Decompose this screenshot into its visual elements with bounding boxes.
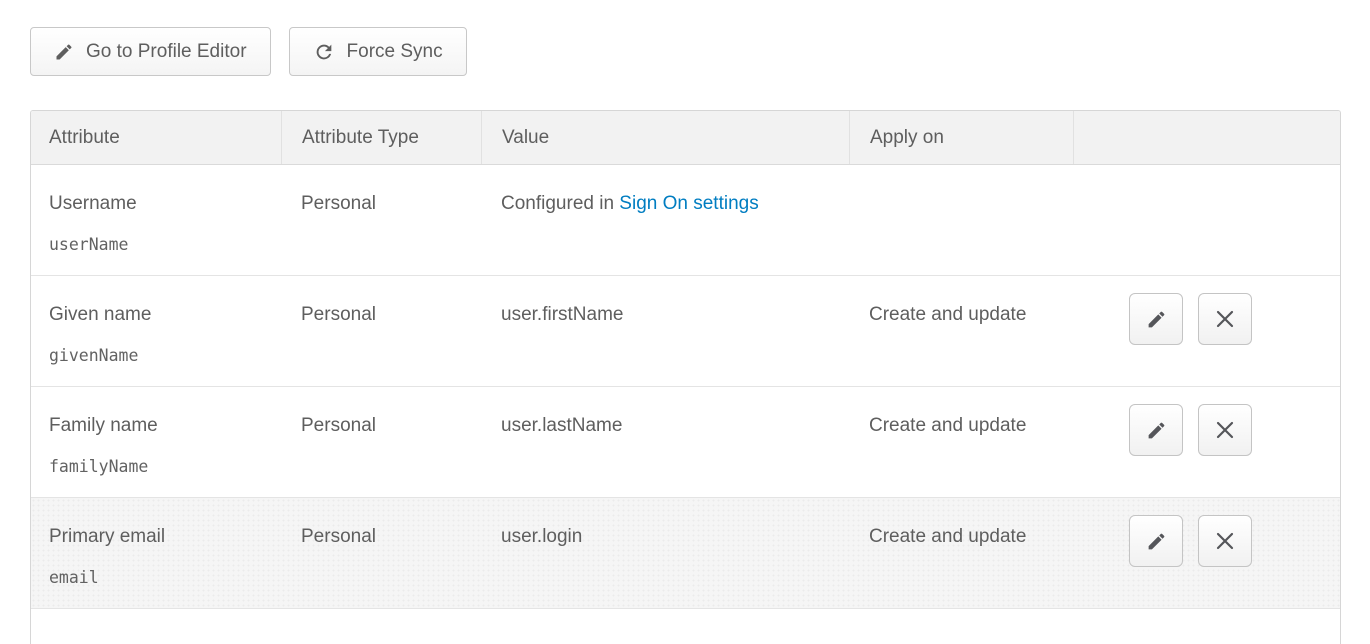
sync-icon <box>313 41 335 63</box>
sign-on-settings-link[interactable]: Sign On settings <box>619 193 758 214</box>
column-header-attribute-type: Attribute Type <box>281 111 481 164</box>
force-sync-button[interactable]: Force Sync <box>289 27 467 76</box>
value-cell: user.firstName <box>481 276 849 386</box>
actions-cell-empty <box>1073 165 1340 275</box>
attribute-cell: Given name givenName <box>31 276 281 386</box>
toolbar: Go to Profile Editor Force Sync <box>30 27 1370 76</box>
edit-attribute-button[interactable] <box>1129 404 1183 456</box>
attribute-type-cell: Personal <box>281 165 481 275</box>
apply-on-cell <box>849 165 1073 275</box>
attribute-mapping-table: Attribute Attribute Type Value Apply on … <box>30 110 1341 644</box>
apply-on-cell: Create and update <box>849 387 1073 497</box>
delete-attribute-button[interactable] <box>1198 515 1252 567</box>
value-cell: user.lastName <box>481 387 849 497</box>
column-header-value: Value <box>481 111 849 164</box>
edit-attribute-button[interactable] <box>1129 515 1183 567</box>
actions-cell <box>1073 387 1340 497</box>
attribute-variable-name: givenName <box>49 344 261 368</box>
attribute-label: Given name <box>49 304 151 325</box>
pencil-icon <box>54 42 74 62</box>
column-header-actions <box>1073 111 1340 164</box>
go-to-profile-editor-button[interactable]: Go to Profile Editor <box>30 27 271 76</box>
delete-attribute-button[interactable] <box>1198 404 1252 456</box>
pencil-icon <box>1146 531 1167 552</box>
attribute-variable-name: email <box>49 566 261 590</box>
value-cell: user.login <box>481 498 849 608</box>
attribute-cell: Username userName <box>31 165 281 275</box>
attribute-variable-name: familyName <box>49 455 261 479</box>
attribute-label: Username <box>49 193 137 214</box>
go-to-profile-editor-label: Go to Profile Editor <box>86 41 247 63</box>
apply-on-cell: Create and update <box>849 276 1073 386</box>
attribute-variable-name: userName <box>49 233 261 257</box>
actions-cell <box>1073 498 1340 608</box>
close-icon <box>1215 309 1235 329</box>
pencil-icon <box>1146 309 1167 330</box>
attribute-type-cell: Personal <box>281 276 481 386</box>
actions-cell <box>1073 276 1340 386</box>
column-header-attribute: Attribute <box>31 111 281 164</box>
attribute-type-cell: Personal <box>281 387 481 497</box>
delete-attribute-button[interactable] <box>1198 293 1252 345</box>
table-header-row: Attribute Attribute Type Value Apply on <box>31 111 1340 165</box>
column-header-apply-on: Apply on <box>849 111 1073 164</box>
attribute-label: Family name <box>49 415 158 436</box>
attribute-cell: Primary email email <box>31 498 281 608</box>
value-cell: Configured in Sign On settings <box>481 165 849 275</box>
value-prefix-text: Configured in <box>501 193 619 214</box>
edit-attribute-button[interactable] <box>1129 293 1183 345</box>
pencil-icon <box>1146 420 1167 441</box>
table-row-username: Username userName Personal Configured in… <box>31 165 1340 276</box>
attribute-label: Primary email <box>49 526 165 547</box>
table-row-primary-email: Primary email email Personal user.login … <box>31 498 1340 609</box>
close-icon <box>1215 531 1235 551</box>
table-row-partial <box>31 609 1340 644</box>
attribute-cell: Family name familyName <box>31 387 281 497</box>
table-row-family-name: Family name familyName Personal user.las… <box>31 387 1340 498</box>
close-icon <box>1215 420 1235 440</box>
attribute-type-cell: Personal <box>281 498 481 608</box>
force-sync-label: Force Sync <box>347 41 443 63</box>
apply-on-cell: Create and update <box>849 498 1073 608</box>
table-row-given-name: Given name givenName Personal user.first… <box>31 276 1340 387</box>
